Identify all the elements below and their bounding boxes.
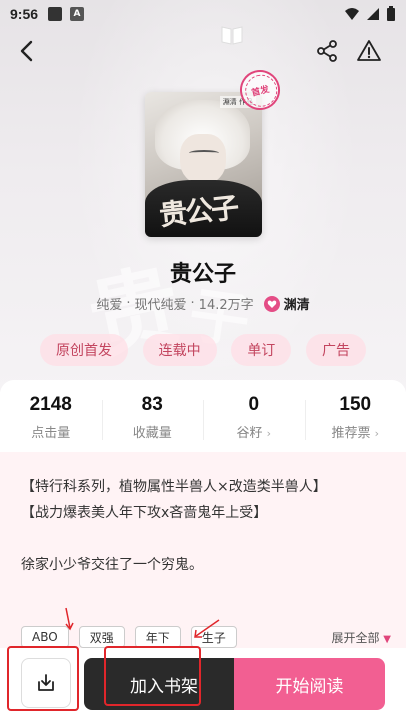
download-icon: [38, 674, 54, 691]
signal-icon: [367, 8, 379, 20]
chevron-right-icon: ›: [374, 427, 380, 440]
hashtag-row: ABO 双强 年下 生子 展开全部 ▼: [21, 625, 391, 649]
status-chips: 原创首发 连载中 单订 广告: [40, 334, 366, 366]
description-line-1: 【特行科系列，植物属性半兽人×改造类半兽人】: [21, 479, 327, 495]
author-heart-icon: [263, 295, 280, 312]
description-line-3: 徐家小少爷交往了一个穷鬼。: [21, 557, 203, 573]
share-icon[interactable]: [314, 38, 340, 64]
stat-guzi[interactable]: 0 谷籽 ›: [203, 394, 305, 441]
book-meta: 纯爱 · 现代纯爱 · 14.2万字 渊清: [96, 294, 310, 313]
notification-a-icon: A: [70, 7, 85, 21]
start-reading-button[interactable]: 开始阅读: [234, 658, 385, 710]
description-line-2: 【战力爆表美人年下攻x吝啬鬼年上受】: [21, 505, 268, 521]
bottom-action-bar: 加入书架 开始阅读: [0, 648, 406, 721]
book-title: 贵公子: [169, 262, 236, 287]
top-nav: [0, 30, 406, 70]
open-book-icon: [221, 26, 243, 45]
battery-icon: [387, 6, 395, 21]
hashtag-mpreg[interactable]: 生子: [190, 626, 237, 648]
chevron-right-icon: ›: [266, 427, 272, 440]
word-count: 14.2万字: [198, 298, 254, 313]
status-time: 9:56: [10, 6, 39, 22]
chip-serializing[interactable]: 连载中: [142, 334, 217, 366]
download-button[interactable]: [21, 658, 71, 708]
chip-original[interactable]: 原创首发: [40, 334, 128, 366]
book-cover[interactable]: 贵公子 淵清 作品: [145, 92, 262, 237]
stat-recommend-votes[interactable]: 150 推荐票 ›: [304, 394, 406, 441]
stat-clicks: 2148 点击量: [29, 394, 72, 441]
cover-art-eyes: [189, 150, 219, 156]
status-bar: 9:56 A: [0, 0, 406, 28]
author-name[interactable]: 渊清: [284, 294, 310, 313]
chip-ad[interactable]: 广告: [305, 334, 366, 366]
stats-card: 2148 点击量 83 收藏量 0 谷籽 › 150 推荐票 ›: [0, 380, 406, 452]
cover-art-face: [180, 134, 226, 184]
hashtag-younger[interactable]: 年下: [134, 626, 181, 648]
hashtag-strong[interactable]: 双强: [78, 626, 125, 648]
stat-favorites: 83 收藏量: [101, 394, 204, 441]
expand-all-link[interactable]: 展开全部 ▼: [331, 629, 391, 646]
chip-single-order[interactable]: 单订: [231, 334, 292, 366]
hashtag-abo[interactable]: ABO: [21, 626, 69, 648]
sub-genre: 现代纯爱: [134, 298, 187, 313]
triangle-down-icon: ▼: [383, 633, 391, 645]
cover-title-brush: 贵公子: [157, 191, 239, 232]
book-description: 【特行科系列，植物属性半兽人×改造类半兽人】 【战力爆表美人年下攻x吝啬鬼年上受…: [21, 474, 391, 578]
report-warning-icon[interactable]: [356, 38, 382, 64]
genre: 纯爱: [96, 298, 123, 313]
add-to-shelf-button[interactable]: 加入书架: [84, 658, 234, 710]
back-arrow-icon[interactable]: [14, 38, 40, 64]
notification-square-icon: [48, 7, 63, 21]
wifi-icon: [345, 8, 359, 20]
